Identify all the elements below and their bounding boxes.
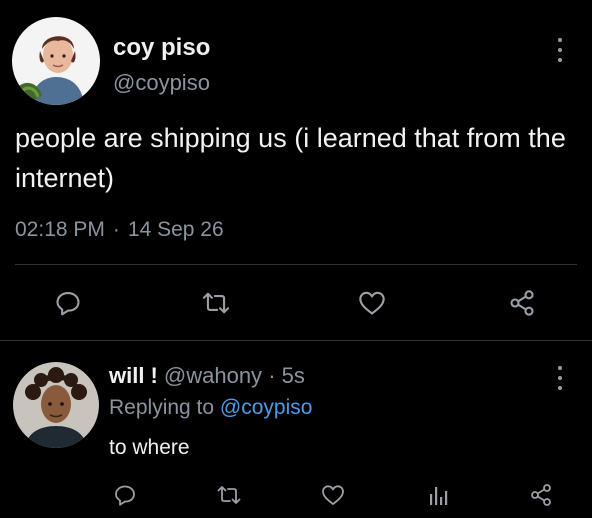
analytics-icon[interactable] [423, 480, 453, 510]
heart-icon[interactable] [318, 480, 348, 510]
reply-header: will ! @wahony · 5s [109, 363, 305, 389]
replying-to: Replying to @coypiso [109, 396, 312, 420]
tweet-text: people are shipping us (i learned that f… [15, 123, 566, 193]
avatar[interactable] [13, 362, 99, 448]
replying-mention[interactable]: @coypiso [220, 396, 313, 419]
divider [15, 264, 577, 265]
divider [0, 340, 592, 341]
tweet-timestamp: 02:18 PM · 14 Sep 26 [15, 218, 224, 242]
reply-user-handle[interactable]: @wahony [164, 363, 262, 388]
replying-prefix: Replying to [109, 396, 215, 419]
meta-separator: · [112, 218, 120, 241]
share-icon[interactable] [504, 285, 540, 321]
tweet-date: 14 Sep 26 [127, 218, 224, 241]
reply-time: 5s [281, 363, 305, 388]
display-name[interactable]: coy piso [113, 34, 210, 62]
comment-icon[interactable] [50, 285, 86, 321]
reply-display-name[interactable]: will ! [109, 363, 158, 388]
avatar[interactable] [12, 17, 100, 105]
retweet-icon[interactable] [198, 285, 234, 321]
more-options-icon[interactable] [554, 366, 566, 390]
reply-text: to where [109, 436, 190, 459]
reply-meta-separator: · [268, 363, 276, 388]
share-icon[interactable] [526, 480, 556, 510]
heart-icon[interactable] [354, 285, 390, 321]
more-options-icon[interactable] [554, 38, 566, 62]
tweet-time: 02:18 PM [15, 218, 105, 241]
comment-icon[interactable] [110, 480, 140, 510]
user-handle[interactable]: @coypiso [113, 70, 210, 96]
retweet-icon[interactable] [214, 480, 244, 510]
tweet-page: coy piso @coypiso people are shipping us… [0, 0, 592, 518]
